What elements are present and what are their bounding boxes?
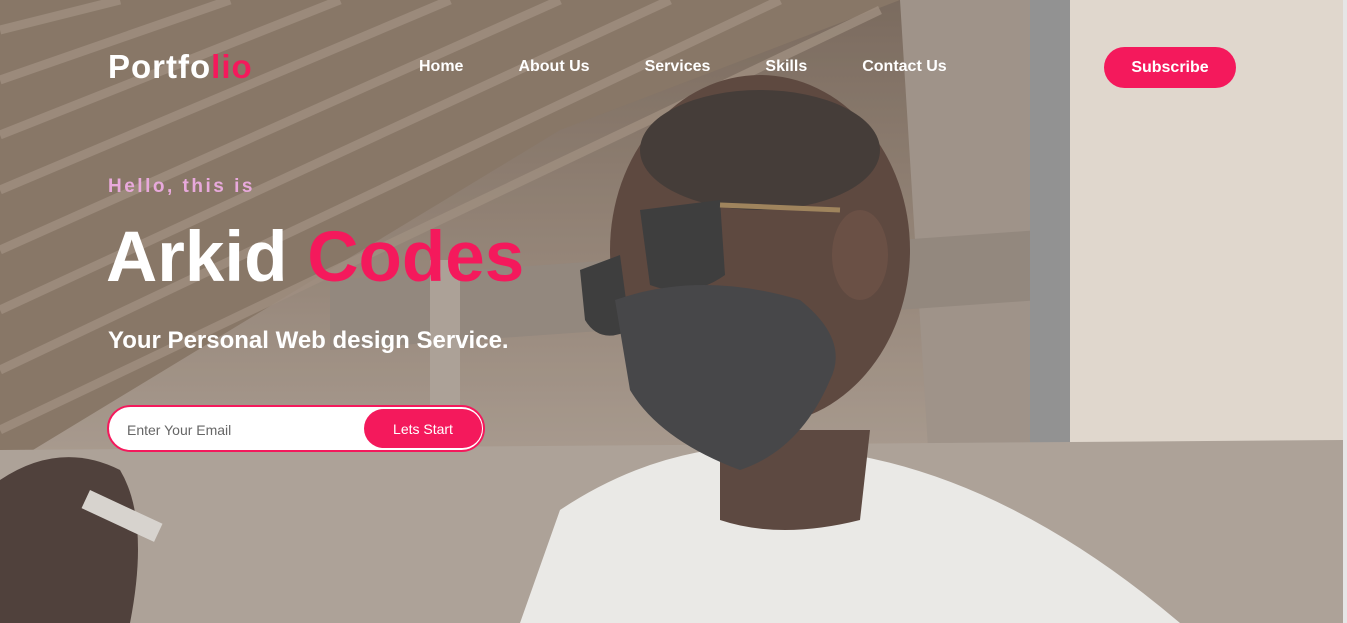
site-logo[interactable]: Portfolio bbox=[108, 48, 253, 86]
logo-accent-text: lio bbox=[211, 48, 253, 85]
top-navbar: Portfolio Home About Us Services Skills … bbox=[0, 0, 1343, 135]
email-signup-form: Lets Start bbox=[107, 405, 485, 452]
hero-section: Portfolio Home About Us Services Skills … bbox=[0, 0, 1343, 623]
lets-start-button[interactable]: Lets Start bbox=[364, 409, 482, 448]
main-menu: Home About Us Services Skills Contact Us bbox=[419, 58, 1002, 76]
hero-title-first: Arkid bbox=[106, 218, 308, 297]
email-input[interactable] bbox=[125, 419, 359, 441]
hero-title-accent: Codes bbox=[307, 218, 525, 297]
logo-text: Portfo bbox=[108, 48, 212, 85]
nav-link-home[interactable]: Home bbox=[419, 58, 463, 76]
nav-link-contact-us[interactable]: Contact Us bbox=[862, 58, 946, 76]
hero-title: Arkid Codes bbox=[106, 222, 524, 293]
nav-link-about-us[interactable]: About Us bbox=[518, 58, 589, 76]
page-scrollbar[interactable] bbox=[1343, 0, 1347, 623]
subscribe-button[interactable]: Subscribe bbox=[1104, 47, 1236, 88]
hero-tagline: Your Personal Web design Service. bbox=[108, 327, 509, 354]
nav-link-services[interactable]: Services bbox=[645, 58, 711, 76]
hero-intro-text: Hello, this is bbox=[108, 176, 255, 197]
nav-link-skills[interactable]: Skills bbox=[765, 58, 807, 76]
